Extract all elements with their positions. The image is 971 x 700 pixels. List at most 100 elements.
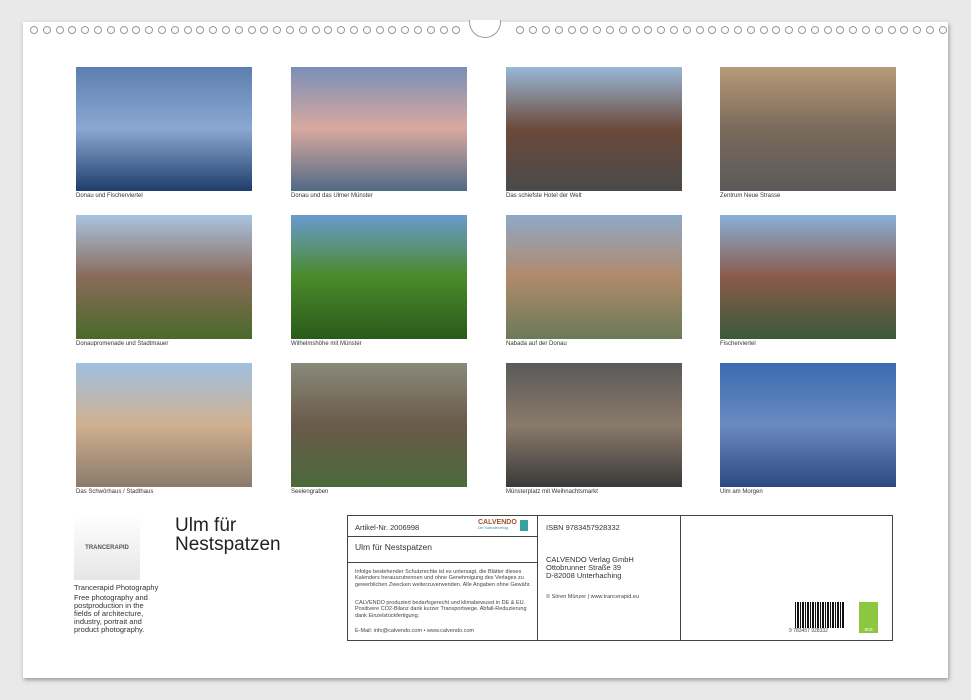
barcode-number: 9 783457 928332 [789, 628, 828, 634]
contact-info: E-Mail: info@calvendo.com • www.calvendo… [355, 628, 474, 634]
ring-hole [235, 26, 243, 34]
ring-hole [56, 26, 64, 34]
ring-hole [196, 26, 204, 34]
ring-hole [132, 26, 140, 34]
ring-hole [440, 26, 448, 34]
calendar-photo [76, 67, 252, 191]
ring-hole [926, 26, 934, 34]
calendar-photo [506, 215, 682, 339]
ring-hole [836, 26, 844, 34]
ring-hole [632, 26, 640, 34]
ring-hole [619, 26, 627, 34]
ring-hole [939, 26, 947, 34]
info-table: Artikel-Nr. 2006998 CALVENDODer Kalender… [347, 515, 893, 641]
publisher-city: D-82008 Unterhaching [546, 572, 621, 580]
ring-hole [644, 26, 652, 34]
photographer-name: Trancerapid Photography [74, 584, 158, 592]
ring-hole [606, 26, 614, 34]
calendar-photo [76, 215, 252, 339]
ring-hole [350, 26, 358, 34]
photo-caption: Wilhelmshöhe mit Münster [291, 341, 362, 347]
calendar-photo [720, 67, 896, 191]
photographer-description: Free photography and postproduction in t… [74, 594, 159, 634]
ring-hole [43, 26, 51, 34]
ring-hole [363, 26, 371, 34]
ring-hole [542, 26, 550, 34]
ring-hole [312, 26, 320, 34]
photo-caption: Donau und das Ulmer Münster [291, 193, 373, 199]
photo-caption: Ulm am Morgen [720, 489, 763, 495]
ring-hole [107, 26, 115, 34]
calendar-photo [291, 67, 467, 191]
calendar-photo [506, 67, 682, 191]
copyright: © Sören Münzer | www.trancerapid.eu [546, 594, 639, 600]
photo-caption: Donaupromenade und Stadtmauer [76, 341, 168, 347]
ring-hole [529, 26, 537, 34]
ring-hole [785, 26, 793, 34]
eco-icon: eco [859, 602, 878, 633]
ring-hole [568, 26, 576, 34]
legal-notice: Infolge bestehender Schutzrechte ist es … [355, 569, 533, 588]
ring-hole [286, 26, 294, 34]
ring-hole [376, 26, 384, 34]
photo-caption: Donau und Fischerviertel [76, 193, 143, 199]
ring-hole [760, 26, 768, 34]
barcode [795, 602, 845, 628]
ring-hole [209, 26, 217, 34]
ring-hole [696, 26, 704, 34]
logo-text: TRANCERAPID [85, 545, 129, 551]
ring-hole [158, 26, 166, 34]
book-title: Ulm für Nestspatzen [355, 543, 432, 551]
ring-hole [798, 26, 806, 34]
ring-hole [427, 26, 435, 34]
ring-hole [145, 26, 153, 34]
ring-hole [900, 26, 908, 34]
photo-caption: Fischerviertel [720, 341, 756, 347]
photo-caption: Münsterplatz mit Weihnachtsmarkt [506, 489, 598, 495]
ring-hole [734, 26, 742, 34]
calendar-photo [506, 363, 682, 487]
ring-hole [68, 26, 76, 34]
ring-hole [222, 26, 230, 34]
ring-hole [580, 26, 588, 34]
photo-caption: Nabada auf der Donau [506, 341, 567, 347]
ring-hole [388, 26, 396, 34]
ring-hole [299, 26, 307, 34]
calendar-photo [720, 215, 896, 339]
ring-hole [747, 26, 755, 34]
ring-hole [401, 26, 409, 34]
photo-caption: Seelengraben [291, 489, 328, 495]
ring-hole [772, 26, 780, 34]
ring-hole [875, 26, 883, 34]
isbn: ISBN 9783457928332 [546, 524, 620, 532]
ring-hole [888, 26, 896, 34]
ring-hole [94, 26, 102, 34]
ring-hole [708, 26, 716, 34]
climate-notice: CALVENDO produziert bedarfsgerecht und k… [355, 600, 533, 619]
ring-hole [849, 26, 857, 34]
photo-caption: Das schiefste Hotel der Welt [506, 193, 582, 199]
ring-hole [555, 26, 563, 34]
ring-hole [414, 26, 422, 34]
ring-hole [184, 26, 192, 34]
ring-hole [452, 26, 460, 34]
calendar-photo [720, 363, 896, 487]
ring-hole [260, 26, 268, 34]
title-line-2: Nestspatzen [175, 535, 281, 554]
ring-hole [721, 26, 729, 34]
ring-hole [683, 26, 691, 34]
ring-hole [862, 26, 870, 34]
ring-hole [337, 26, 345, 34]
ring-hole [30, 26, 38, 34]
calendar-title: Ulm fürNestspatzen [175, 516, 281, 554]
photo-caption: Das Schwörhaus / Stadthaus [76, 489, 153, 495]
ring-hole [120, 26, 128, 34]
ring-hole [593, 26, 601, 34]
photo-caption: Zentrum Neue Strasse [720, 193, 780, 199]
ring-hole [81, 26, 89, 34]
ring-hole [171, 26, 179, 34]
calvendo-icon [520, 520, 528, 531]
ring-hole [670, 26, 678, 34]
calendar-photo [291, 215, 467, 339]
ring-hole [913, 26, 921, 34]
